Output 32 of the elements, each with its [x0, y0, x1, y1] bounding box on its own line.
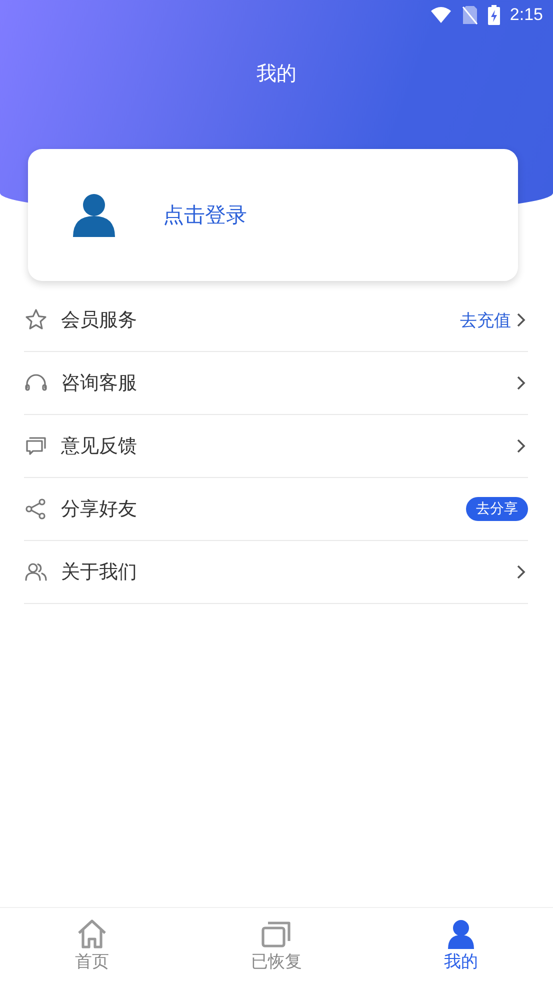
chevron-right-icon	[516, 312, 526, 328]
battery-charging-icon	[488, 5, 500, 25]
login-card[interactable]: 点击登录	[28, 149, 518, 281]
chevron-right-icon	[516, 375, 526, 391]
recharge-link[interactable]: 去充值	[460, 308, 511, 332]
chevron-right-icon	[516, 438, 526, 454]
menu-label: 会员服务	[61, 308, 137, 333]
chevron-right-icon	[516, 564, 526, 580]
menu-label: 咨询客服	[61, 371, 137, 396]
login-link[interactable]: 点击登录	[163, 201, 247, 229]
menu-label: 关于我们	[61, 560, 137, 585]
menu-item[interactable]: 关于我们	[24, 541, 528, 604]
tab-item[interactable]: 已恢复	[184, 908, 369, 983]
menu-item[interactable]: 分享好友 去分享	[24, 478, 528, 541]
chat-icon	[24, 434, 48, 458]
no-sim-icon	[462, 5, 478, 25]
windows-icon	[260, 918, 292, 948]
home-icon	[76, 918, 108, 948]
menu-item[interactable]: 咨询客服	[24, 352, 528, 415]
menu-label: 意见反馈	[61, 434, 137, 459]
menu-label: 分享好友	[61, 497, 137, 522]
status-time: 2:15	[510, 5, 543, 25]
wifi-icon	[430, 6, 452, 24]
tab-item[interactable]: 首页	[0, 908, 184, 983]
share-icon	[24, 497, 48, 521]
avatar-icon	[72, 193, 116, 237]
tab-item[interactable]: 我的	[368, 908, 553, 983]
menu-item[interactable]: 会员服务 去充值	[24, 289, 528, 352]
star-icon	[24, 308, 48, 332]
page-title: 我的	[256, 60, 296, 87]
menu-item[interactable]: 意见反馈	[24, 415, 528, 478]
share-button[interactable]: 去分享	[466, 497, 528, 521]
